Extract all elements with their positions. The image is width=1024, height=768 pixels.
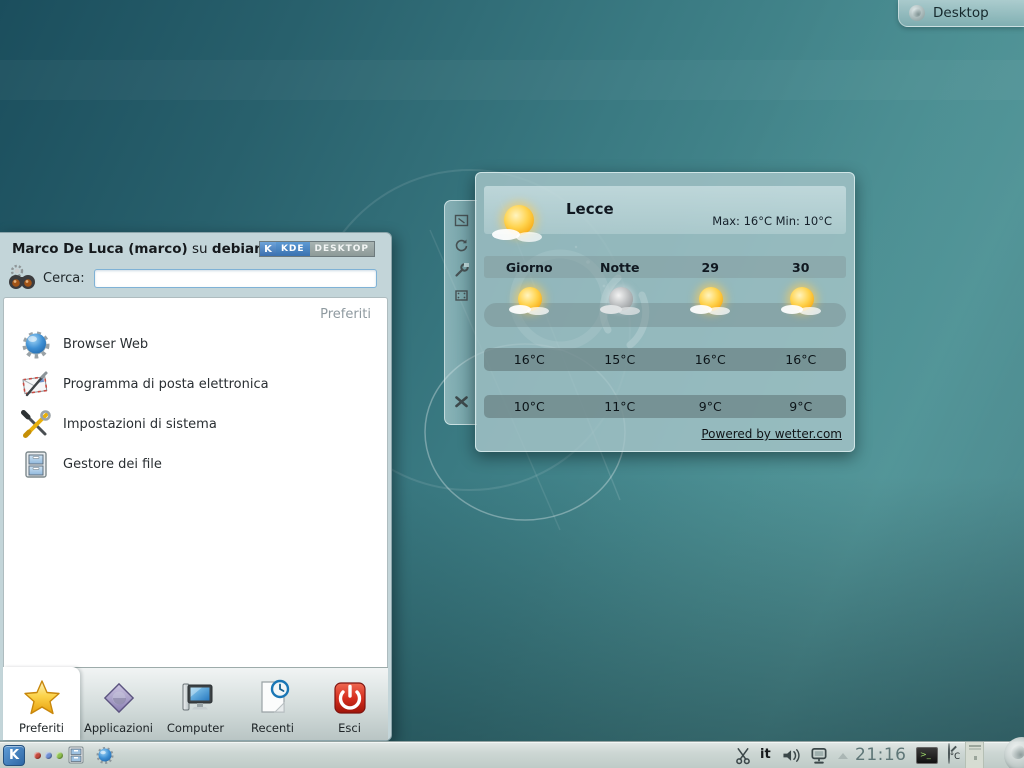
tab-computer[interactable]: Computer [157, 668, 234, 740]
mini-widget-strip[interactable] [965, 742, 984, 768]
badge-kde-text: KDE [276, 242, 310, 256]
pager-dot-green[interactable] [56, 752, 63, 759]
kde-menu-button[interactable]: K [3, 745, 25, 766]
forecast-icon [779, 281, 823, 325]
plasma-cashew-icon [909, 5, 925, 21]
weather-current-icon [492, 201, 544, 253]
night-temp: 9°C [665, 399, 756, 414]
favorite-label: Gestore dei file [63, 457, 162, 472]
computer-icon [176, 678, 216, 718]
night-temp: 11°C [575, 399, 666, 414]
user-name: Marco De Luca (marco) [12, 241, 188, 257]
tab-applications[interactable]: Applicazioni [80, 668, 157, 740]
recent-documents-icon [253, 678, 293, 718]
tab-label: Computer [167, 721, 224, 735]
desktop-toolbox-label: Desktop [933, 5, 989, 21]
favorite-label: Browser Web [63, 337, 148, 352]
web-browser-icon [20, 328, 52, 360]
weather-col-label: Giorno [484, 260, 575, 275]
kickoff-content: Preferiti Browser Web [3, 297, 388, 667]
digital-clock[interactable]: 21:16 [855, 745, 915, 765]
forecast-icon [507, 281, 551, 325]
pager-dot-blue[interactable] [45, 752, 52, 759]
bottom-panel: K it 21:16 >_ °C [0, 741, 1024, 768]
day-temp: 16°C [665, 352, 756, 367]
favorite-item-mail[interactable]: Programma di posta elettronica [4, 364, 387, 404]
tab-label: Preferiti [19, 721, 64, 735]
section-label: Preferiti [4, 298, 387, 324]
tray-expander-arrow[interactable] [838, 753, 848, 759]
pager-dot-red[interactable] [34, 752, 41, 759]
search-input[interactable] [94, 269, 377, 288]
system-settings-icon [20, 408, 52, 440]
close-icon[interactable] [453, 393, 470, 410]
weather-day-temps: 16°C 15°C 16°C 16°C [484, 348, 846, 371]
favorite-item-filemanager[interactable]: Gestore dei file [4, 444, 387, 484]
weather-night-temps: 10°C 11°C 9°C 9°C [484, 395, 846, 418]
kickoff-menu: Marco De Luca (marco) su debian K KDE DE… [0, 232, 392, 741]
weather-col-label: Notte [575, 260, 666, 275]
file-manager-icon [20, 448, 52, 480]
widget-handle[interactable] [444, 200, 477, 425]
keyboard-layout-indicator[interactable]: it [760, 747, 771, 762]
favorite-item-settings[interactable]: Impostazioni di sistema [4, 404, 387, 444]
user-info: Marco De Luca (marco) su debian [12, 241, 264, 257]
tab-label: Esci [338, 721, 361, 735]
forecast-icon [598, 281, 642, 325]
user-connector: su [192, 241, 208, 257]
day-temp: 16°C [756, 352, 847, 367]
search-binoculars-icon [7, 263, 37, 293]
weather-header: Lecce Max: 16°C Min: 10°C [484, 186, 846, 234]
weather-credit-link[interactable]: Powered by wetter.com [701, 427, 842, 441]
day-temp: 16°C [484, 352, 575, 367]
search-row: Cerca: [0, 261, 391, 295]
applications-diamond-icon [99, 678, 139, 718]
no-data-icon [948, 743, 950, 764]
klipper-scissors-icon[interactable] [733, 746, 753, 765]
day-temp: 15°C [575, 352, 666, 367]
resize-icon[interactable] [453, 212, 470, 229]
tab-leave[interactable]: Esci [311, 668, 388, 740]
kde-desktop-badge: K KDE DESKTOP [259, 241, 375, 257]
configure-wrench-icon[interactable] [453, 262, 470, 279]
network-monitor-icon[interactable] [808, 746, 830, 765]
favorite-label: Impostazioni di sistema [63, 417, 217, 432]
desktop-toolbox-button[interactable]: Desktop [898, 0, 1024, 27]
host-name: debian [212, 241, 264, 257]
file-manager-launcher-icon[interactable] [66, 745, 86, 765]
maximize-icon[interactable] [453, 287, 470, 304]
mail-client-icon [20, 368, 52, 400]
weather-city: Lecce [566, 200, 614, 218]
desktop: Desktop Lecce Max: 16°C Min: 10°C Giorn [0, 0, 1024, 768]
weather-minmax: Max: 16°C Min: 10°C [712, 214, 832, 228]
rotate-icon[interactable] [453, 237, 470, 254]
weather-forecast-icons [484, 281, 846, 327]
weather-tray-unit: °C [950, 752, 960, 762]
volume-icon[interactable] [780, 746, 804, 765]
tab-label: Applicazioni [84, 721, 153, 735]
star-icon [22, 678, 62, 718]
badge-desktop-text: DESKTOP [310, 242, 374, 256]
panel-cashew-icon[interactable] [1004, 737, 1024, 768]
tab-recent[interactable]: Recenti [234, 668, 311, 740]
kickoff-tab-bar: Preferiti Applicazioni Computer [3, 667, 388, 740]
night-temp: 10°C [484, 399, 575, 414]
tab-label: Recenti [251, 721, 294, 735]
power-icon [330, 678, 370, 718]
weather-col-label: 30 [756, 260, 847, 275]
web-browser-launcher-icon[interactable] [95, 745, 115, 765]
terminal-tray-icon[interactable]: >_ [916, 747, 938, 764]
favorite-label: Programma di posta elettronica [63, 377, 269, 392]
weather-tray-icon[interactable]: °C [946, 744, 962, 763]
weather-col-label: 29 [665, 260, 756, 275]
search-label: Cerca: [43, 271, 85, 286]
favorite-item-browser[interactable]: Browser Web [4, 324, 387, 364]
tab-favorites[interactable]: Preferiti [3, 667, 80, 740]
weather-column-headers: Giorno Notte 29 30 [484, 256, 846, 278]
night-temp: 9°C [756, 399, 847, 414]
kde-logo-icon: K [260, 242, 276, 256]
forecast-icon [688, 281, 732, 325]
weather-widget: Lecce Max: 16°C Min: 10°C Giorno Notte 2… [475, 172, 855, 452]
